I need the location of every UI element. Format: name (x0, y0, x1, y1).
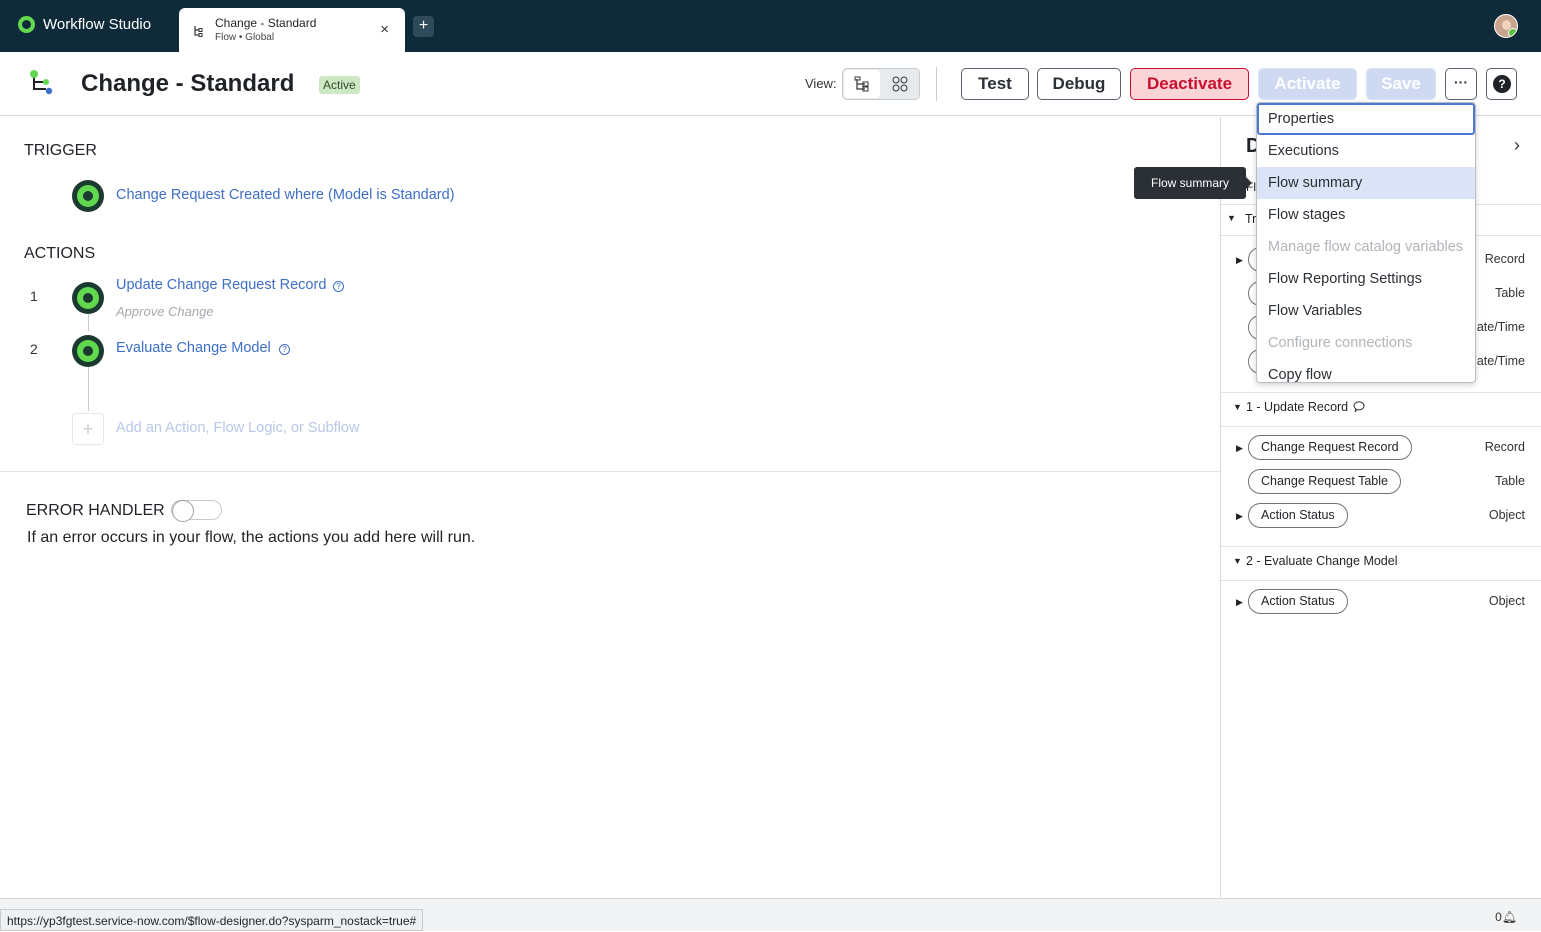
tab-subtitle: Flow • Global (215, 32, 275, 43)
trigger-link[interactable]: Change Request Created where (Model is S… (116, 187, 455, 203)
connector-line (88, 367, 89, 411)
data-pill[interactable]: Change Request Record (1248, 435, 1412, 460)
user-avatar[interactable] (1494, 14, 1518, 38)
more-actions-menu: Properties Executions Flow summary Flow … (1256, 102, 1476, 383)
error-handler-heading: ERROR HANDLER (26, 502, 165, 519)
data-pill[interactable]: Action Status (1248, 589, 1348, 614)
notifications-bell-icon[interactable]: 0🔔︎ (1495, 910, 1517, 924)
expand-caret-icon[interactable]: ▼ (1227, 213, 1236, 223)
notification-count: 0 (1495, 910, 1502, 924)
flow-tree-icon (194, 26, 203, 37)
tab-title: Change - Standard (215, 16, 317, 30)
section-update-record[interactable]: 1 - Update Record (1246, 400, 1348, 414)
more-actions-button[interactable]: ··· (1445, 68, 1477, 100)
error-handler-toggle[interactable] (171, 500, 222, 522)
data-type-label: Object (1488, 508, 1525, 522)
top-navigation-bar: Workflow Studio Change - Standard Flow •… (0, 0, 1541, 52)
flow-summary-tooltip: Flow summary (1134, 167, 1252, 199)
data-type-label: Record (1484, 252, 1525, 266)
tab-close-icon[interactable]: × (380, 21, 389, 38)
add-tab-button[interactable]: + (413, 16, 434, 37)
avatar-face (1502, 20, 1511, 30)
view-label: View: (805, 76, 837, 91)
data-pill[interactable]: Change Request Table (1248, 469, 1401, 494)
collapse-panel-chevron-icon[interactable]: › (1514, 135, 1520, 156)
panel-divider (1221, 392, 1541, 393)
action-number: 1 (30, 288, 38, 304)
menu-item-properties[interactable]: Properties (1257, 103, 1475, 135)
action-number: 2 (30, 341, 38, 357)
flow-tab[interactable]: Change - Standard Flow • Global × (179, 8, 405, 52)
status-url: https://yp3fgtest.service-now.com/$flow-… (0, 909, 424, 931)
action-link-update-change-request[interactable]: Update Change Request Record (116, 277, 326, 293)
activate-button[interactable]: Activate (1258, 68, 1357, 100)
panel-divider (1221, 580, 1541, 581)
panel-divider (1221, 546, 1541, 547)
menu-item-configure-connections: Configure connections (1268, 335, 1413, 351)
flow-logo-icon (30, 70, 53, 95)
help-button[interactable]: ? (1486, 68, 1517, 100)
data-type-label: Table (1495, 474, 1525, 488)
trigger-heading: TRIGGER (24, 142, 97, 159)
deactivate-button[interactable]: Deactivate (1130, 68, 1249, 100)
tree-view-button[interactable] (844, 70, 880, 98)
info-icon[interactable]: ? (333, 281, 344, 292)
trigger-section-fragment: Tr (1245, 212, 1257, 226)
menu-item-flow-reporting-settings[interactable]: Flow Reporting Settings (1257, 263, 1475, 295)
comment-icon[interactable] (1352, 400, 1366, 414)
data-pill[interactable]: Action Status (1248, 503, 1348, 528)
data-type-label: Object (1488, 594, 1525, 608)
data-type-label: Record (1484, 440, 1525, 454)
action-annotation: Approve Change (116, 304, 214, 319)
expand-caret-icon[interactable]: ▶ (1236, 511, 1243, 522)
app-name: Workflow Studio (43, 16, 152, 33)
app-brand[interactable]: Workflow Studio (18, 16, 151, 33)
action-node-icon[interactable] (72, 282, 104, 314)
expand-caret-icon[interactable]: ▼ (1233, 556, 1242, 566)
info-icon[interactable]: ? (279, 344, 290, 355)
error-handler-description: If an error occurs in your flow, the act… (27, 529, 476, 546)
flow-canvas: TRIGGER Change Request Created where (Mo… (0, 117, 1220, 898)
data-type-label: Table (1495, 286, 1525, 300)
trigger-node-icon[interactable] (72, 180, 104, 212)
tree-view-icon (854, 76, 869, 92)
header-divider (936, 67, 937, 101)
save-button[interactable]: Save (1366, 68, 1436, 100)
view-toggle (842, 68, 920, 100)
status-badge: Active (319, 76, 360, 94)
diagram-view-button[interactable] (882, 70, 918, 98)
section-evaluate-change-model[interactable]: 2 - Evaluate Change Model (1246, 554, 1397, 568)
menu-item-manage-flow-catalog-variables: Manage flow catalog variables (1268, 239, 1464, 255)
data-type-label: ate/Time (1476, 320, 1525, 334)
panel-divider (1221, 426, 1541, 427)
workflow-studio-logo-icon (18, 16, 35, 33)
menu-item-copy-flow[interactable]: Copy flow (1257, 359, 1475, 382)
expand-caret-icon[interactable]: ▶ (1236, 597, 1243, 608)
add-action-plus-icon[interactable]: + (72, 413, 104, 445)
data-type-label: ate/Time (1476, 354, 1525, 368)
expand-caret-icon[interactable]: ▶ (1236, 443, 1243, 454)
diagram-view-icon (892, 76, 908, 92)
menu-item-flow-variables[interactable]: Flow Variables (1257, 295, 1475, 327)
menu-item-executions[interactable]: Executions (1257, 135, 1475, 167)
test-button[interactable]: Test (961, 68, 1029, 100)
menu-item-flow-stages[interactable]: Flow stages (1257, 199, 1475, 231)
expand-caret-icon[interactable]: ▼ (1233, 402, 1242, 412)
debug-button[interactable]: Debug (1037, 68, 1121, 100)
help-icon: ? (1493, 75, 1511, 93)
section-divider (0, 471, 1220, 472)
action-link-evaluate-change-model[interactable]: Evaluate Change Model (116, 340, 271, 356)
actions-heading: ACTIONS (24, 245, 96, 262)
expand-caret-icon[interactable]: ▶ (1236, 255, 1243, 266)
menu-item-flow-summary[interactable]: Flow summary (1257, 167, 1475, 199)
page-title: Change - Standard (81, 70, 295, 97)
add-action-link[interactable]: Add an Action, Flow Logic, or Subflow (116, 420, 359, 436)
action-node-icon[interactable] (72, 335, 104, 367)
